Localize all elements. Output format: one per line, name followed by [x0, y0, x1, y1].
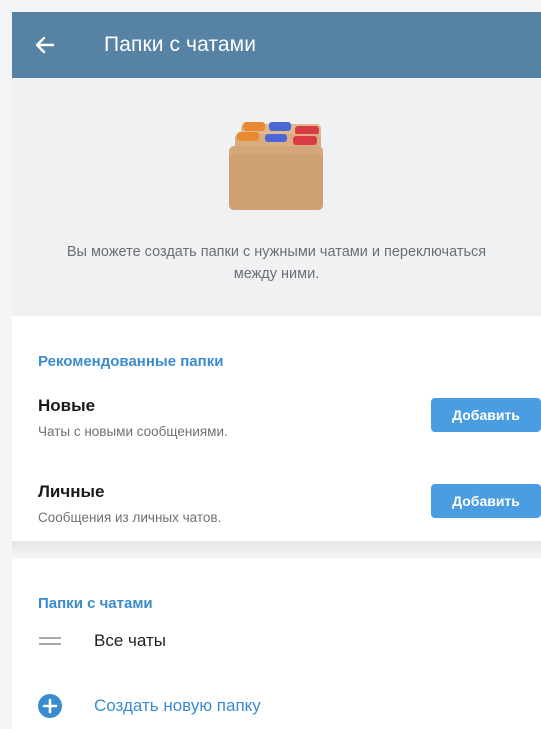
folders-title: Папки с чатами: [38, 595, 153, 612]
recommended-section: Рекомендованные папки Новые Чаты с новым…: [12, 316, 541, 541]
add-new-folder-button[interactable]: Добавить: [431, 398, 541, 432]
plus-circle-icon: [38, 694, 62, 718]
folder-illustration: [229, 122, 323, 210]
recommended-title: Рекомендованные папки: [38, 353, 224, 370]
app-bar: Папки с чатами: [12, 12, 541, 78]
recommended-item: Личные Сообщения из личных чатов. Добави…: [38, 482, 541, 546]
folder-item-all-chats[interactable]: Все чаты: [38, 621, 541, 661]
create-folder-label: Создать новую папку: [94, 696, 261, 715]
arrow-left-icon: [35, 36, 55, 54]
intro-text: Вы можете создать папки с нужными чатами…: [66, 244, 487, 282]
folder-item-label: Все чаты: [94, 631, 166, 650]
screen: Папки с чатами Вы можете создать папки с…: [12, 12, 541, 729]
back-button[interactable]: [34, 34, 56, 56]
recommended-item: Новые Чаты с новыми сообщениями. Добавит…: [38, 396, 541, 460]
drag-handle-icon[interactable]: [38, 629, 62, 653]
folders-intro: Вы можете создать папки с нужными чатами…: [12, 78, 541, 316]
create-folder-button[interactable]: Создать новую папку: [38, 686, 541, 726]
folders-section: Папки с чатами Все чаты Создать новую па…: [12, 559, 541, 729]
page-title: Папки с чатами: [104, 33, 257, 56]
add-personal-folder-button[interactable]: Добавить: [431, 484, 541, 518]
section-divider: [12, 541, 541, 559]
